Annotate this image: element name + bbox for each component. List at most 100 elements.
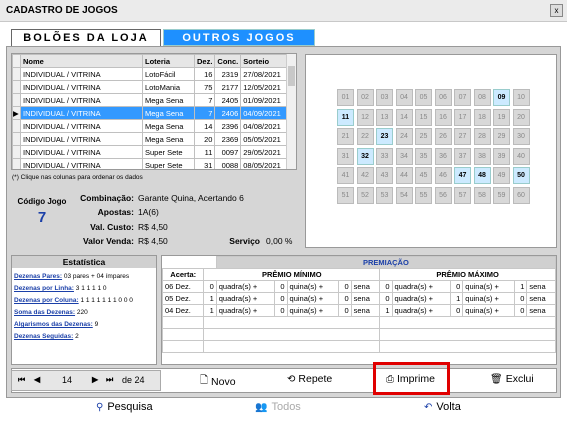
number-ball[interactable]: 51 [337,186,354,204]
number-ball[interactable]: 43 [376,167,393,184]
number-ball[interactable]: 54 [395,186,413,204]
number-ball[interactable]: 21 [337,128,354,145]
number-ball[interactable]: 49 [493,167,510,184]
number-ball[interactable]: 06 [434,89,452,106]
number-ball[interactable]: 13 [376,108,393,126]
number-ball[interactable]: 01 [337,89,354,106]
estatistica-label[interactable]: Dezenas por Coluna: [14,297,79,304]
number-ball[interactable]: 08 [473,89,491,106]
tab-outros-jogos[interactable]: OUTROS JOGOS [163,29,315,46]
number-ball[interactable]: 12 [356,108,374,126]
table-row[interactable]: INDIVIDUAL / VITRINA LotoMania 75 2177 12/05… [12,80,287,94]
prev-record-button[interactable]: ◀ [34,375,40,384]
number-ball[interactable]: 22 [356,128,374,145]
premio-cell: 0 [449,280,464,293]
col-loteria[interactable]: Loteria [142,54,195,68]
number-ball[interactable]: 37 [454,147,471,165]
table-row[interactable]: INDIVIDUAL / VITRINA Mega Sena 14 2396 04/08… [12,119,287,133]
number-ball[interactable]: 10 [512,89,530,106]
number-ball[interactable]: 41 [337,167,354,184]
last-record-button[interactable]: ⏭ [106,375,113,385]
number-ball[interactable]: 34 [395,147,413,165]
number-ball[interactable]: 40 [512,147,530,165]
number-ball[interactable]: 17 [454,108,471,126]
number-ball[interactable]: 52 [356,186,374,204]
table-row[interactable]: INDIVIDUAL / VITRINA Super Sete 11 0097 29/0… [12,145,287,159]
number-ball[interactable]: 02 [356,89,374,106]
number-ball[interactable]: 26 [434,128,452,145]
number-ball[interactable]: 56 [434,186,452,204]
table-row[interactable]: INDIVIDUAL / VITRINA Mega Sena 20 2369 05/05… [12,132,287,146]
number-ball[interactable]: 39 [493,147,510,165]
number-ball[interactable]: 20 [512,108,530,126]
table-row[interactable]: INDIVIDUAL / VITRINA Super Sete 31 0088 08/0… [12,158,287,169]
first-record-button[interactable]: ⏮ [18,375,25,385]
col-dez[interactable]: Dez. [193,54,216,68]
todos-button[interactable]: 👥 Todos [255,401,301,413]
number-ball[interactable]: 15 [415,108,432,126]
number-ball[interactable]: 55 [415,186,432,204]
number-ball[interactable]: 09 [493,89,510,106]
number-ball[interactable]: 35 [415,147,432,165]
col-sorteio[interactable]: Sorteio [240,54,287,68]
number-ball[interactable]: 18 [473,108,491,126]
number-ball[interactable]: 07 [454,89,471,106]
estatistica-label[interactable]: Soma das Dezenas: [14,309,75,316]
number-ball[interactable]: 48 [473,167,491,184]
number-ball[interactable]: 46 [434,167,452,184]
number-ball[interactable]: 53 [376,186,393,204]
number-ball[interactable]: 14 [395,108,413,126]
number-ball[interactable]: 31 [337,147,354,165]
number-ball[interactable]: 44 [395,167,413,184]
number-ball[interactable]: 42 [356,167,374,184]
volta-button[interactable]: ↶ Volta [424,401,461,413]
number-ball[interactable]: 58 [473,186,491,204]
tab-boloes-da-loja[interactable]: BOLÕES DA LOJA [11,29,161,46]
number-ball[interactable]: 28 [473,128,491,145]
table-scrollbar[interactable] [286,54,296,169]
number-ball[interactable]: 11 [337,108,354,126]
number-ball[interactable]: 19 [493,108,510,126]
estatistica-label[interactable]: Algarismos das Dezenas: [14,321,93,328]
current-page[interactable]: 14 [62,375,72,385]
number-ball[interactable]: 57 [454,186,471,204]
number-ball[interactable]: 16 [434,108,452,126]
estatistica-label[interactable]: Dezenas por Linha: [14,285,74,292]
number-ball[interactable]: 04 [395,89,413,106]
repete-button[interactable]: ⟲ Repete [287,373,332,385]
number-ball[interactable]: 05 [415,89,432,106]
number-ball[interactable]: 50 [512,167,530,184]
number-ball[interactable]: 27 [454,128,471,145]
number-ball[interactable]: 38 [473,147,491,165]
estatistica-label[interactable]: Dezenas Pares: [14,273,62,280]
number-ball[interactable]: 30 [512,128,530,145]
novo-button[interactable]: 🗋 Novo [200,373,236,390]
number-ball[interactable]: 03 [376,89,393,106]
number-ball[interactable]: 24 [395,128,413,145]
number-ball[interactable]: 45 [415,167,432,184]
table-cell: 01/09/2021 [240,93,287,107]
close-icon[interactable]: x [550,4,563,17]
exclui-button[interactable]: 🗑 Exclui [490,373,534,385]
number-ball[interactable]: 25 [415,128,432,145]
estatistica-label[interactable]: Dezenas Seguidas: [14,333,73,340]
number-ball[interactable]: 60 [512,186,530,204]
table-row[interactable]: ▶ INDIVIDUAL / VITRINA Mega Sena 7 2406 04/09… [12,106,287,120]
table-row[interactable]: INDIVIDUAL / VITRINA LotoFácil 16 2319 27/08… [12,67,287,81]
premio-cell: quina(s) + [462,280,516,293]
premio-cell: sena [350,292,381,305]
number-ball[interactable]: 29 [493,128,510,145]
table-row[interactable]: INDIVIDUAL / VITRINA Mega Sena 7 2405 01/09/… [12,93,287,107]
number-ball[interactable]: 32 [356,147,374,165]
number-ball[interactable]: 23 [376,128,393,145]
next-record-button[interactable]: ▶ [92,375,98,384]
number-ball[interactable]: 36 [434,147,452,165]
scrollbar-thumb[interactable] [288,66,295,86]
number-ball[interactable]: 47 [454,167,471,184]
number-ball[interactable]: 33 [376,147,393,165]
games-table[interactable]: Nome Loteria Dez. Conc. Sorteio INDIVIDU… [11,53,297,170]
pesquisa-button[interactable]: ⚲ Pesquisa [96,401,153,413]
number-ball[interactable]: 59 [493,186,510,204]
col-nome[interactable]: Nome [20,54,143,68]
col-conc[interactable]: Conc. [214,54,242,68]
